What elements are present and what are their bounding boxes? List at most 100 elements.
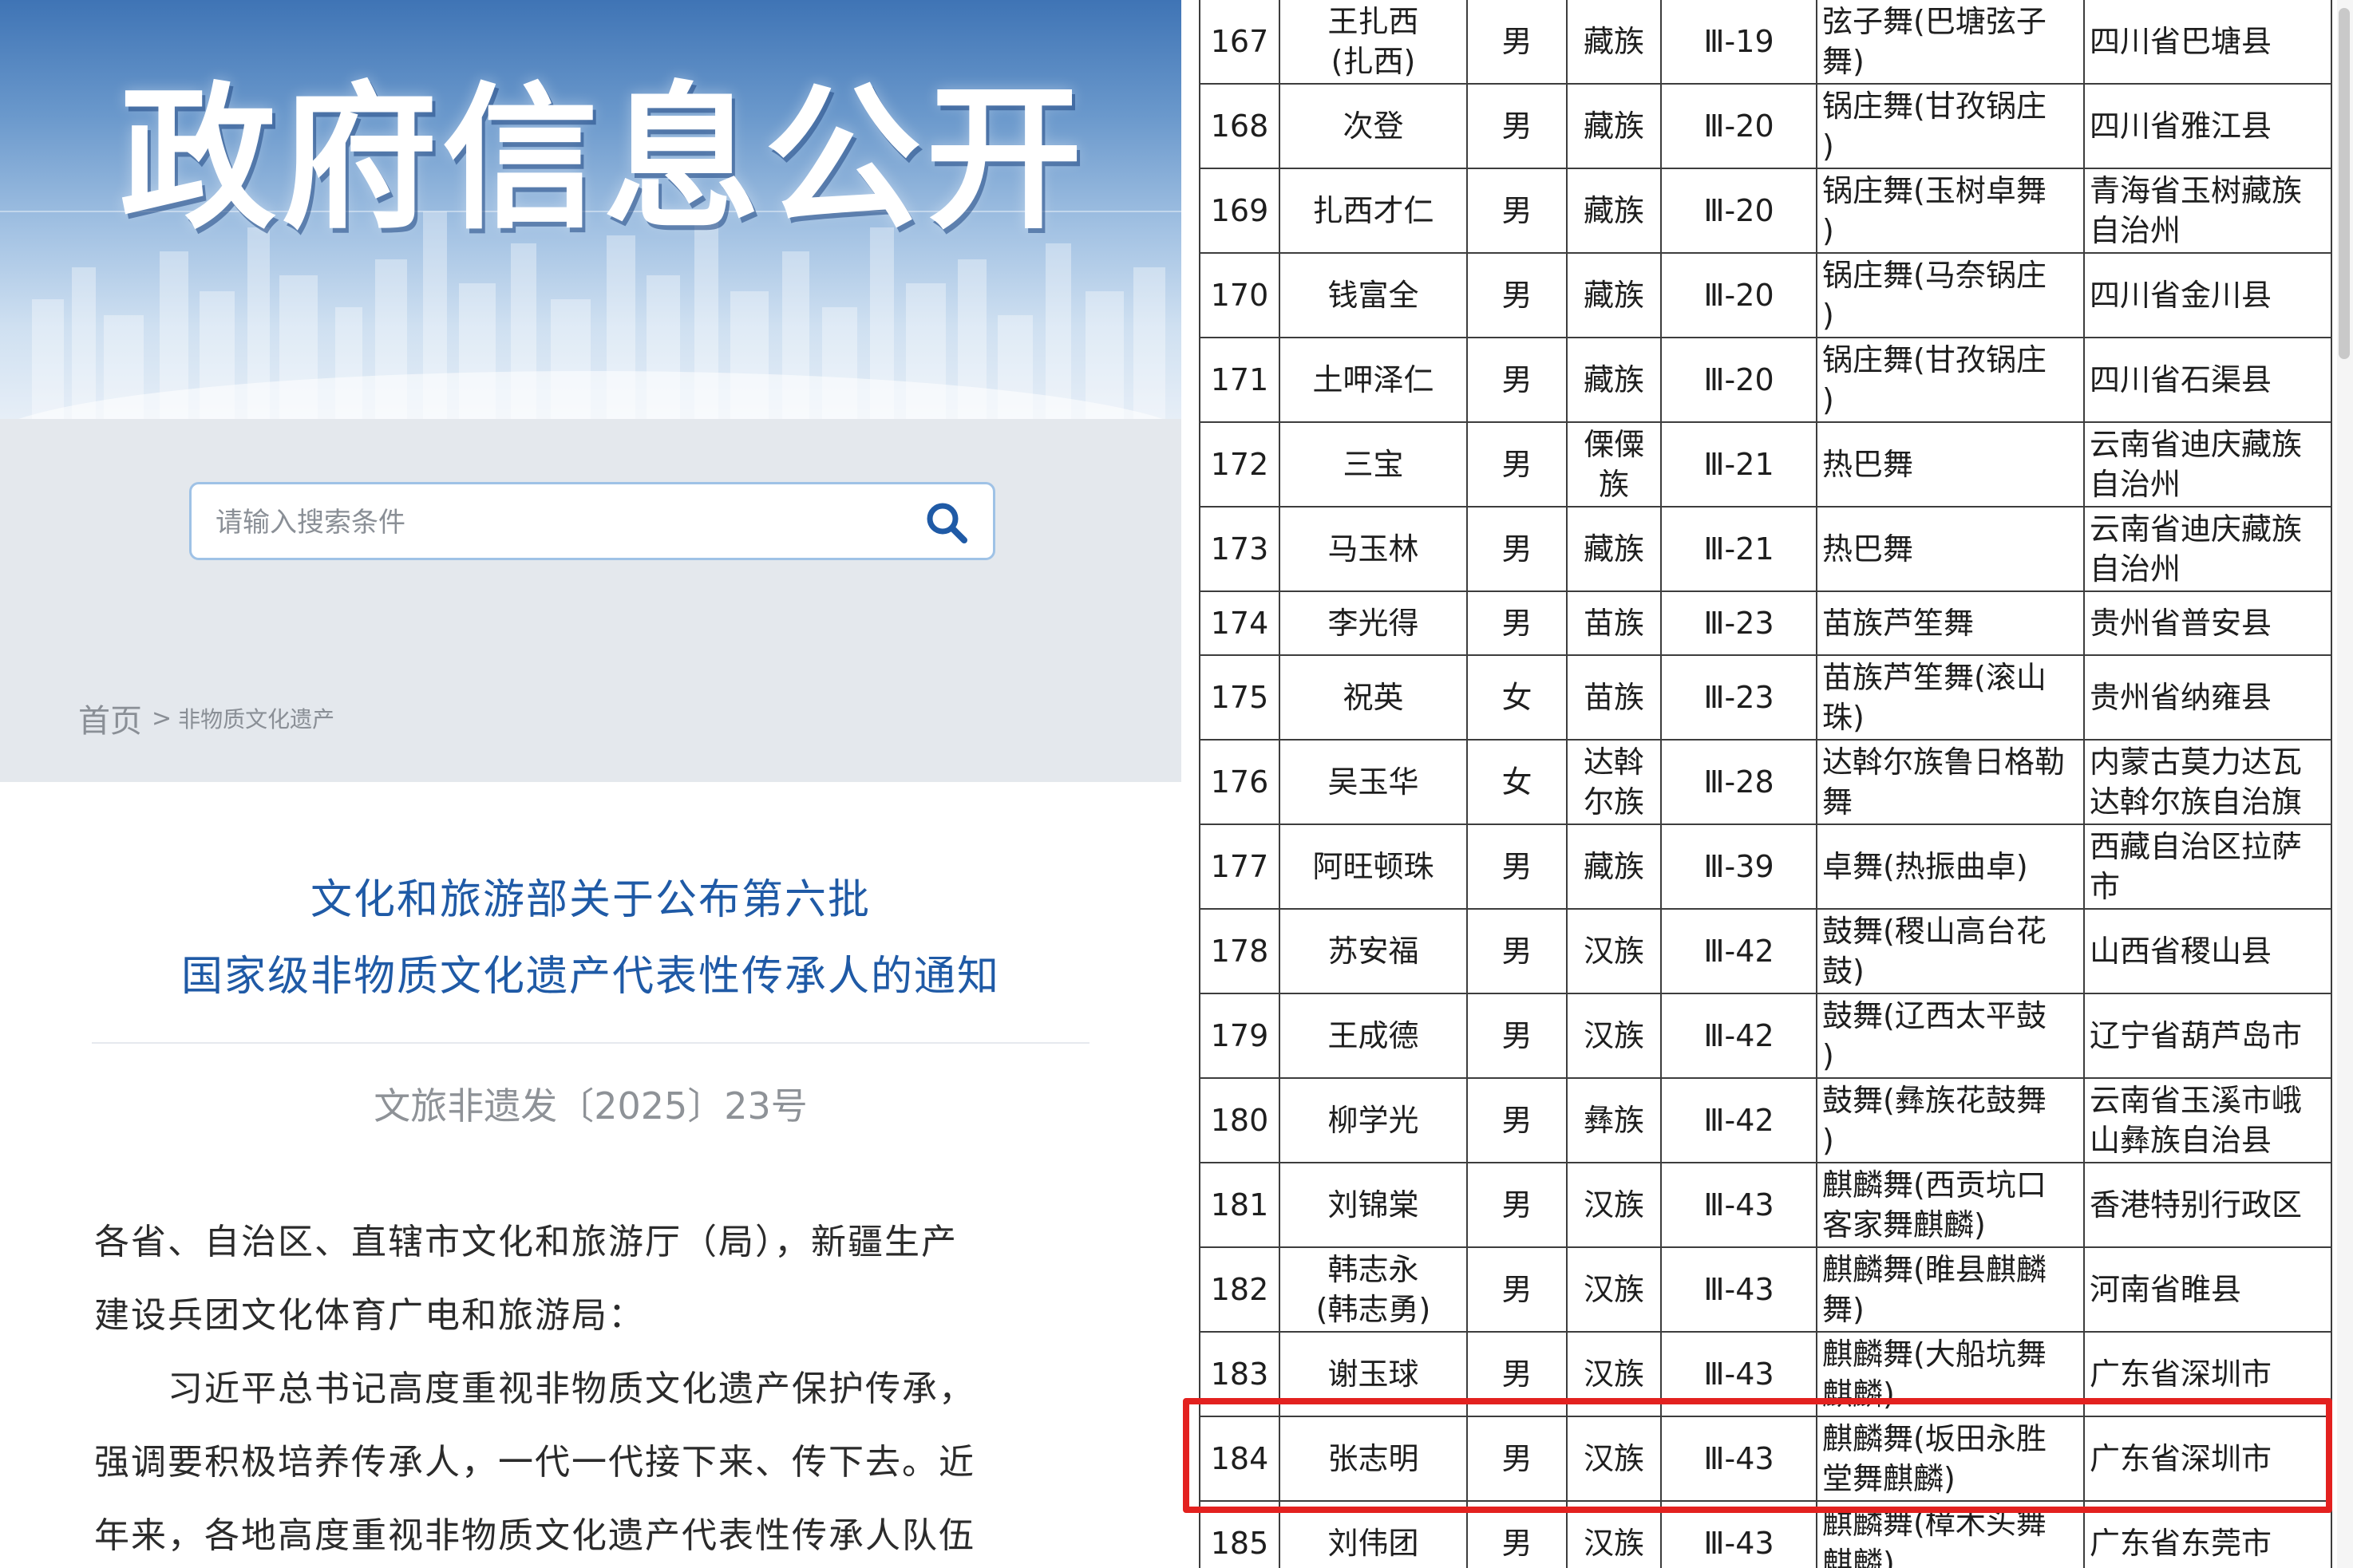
body-text-line: 年来，各地高度重视非物质文化遗产代表性传承人队伍 <box>94 1515 975 1556</box>
cell-gender: 男 <box>1466 83 1568 169</box>
cell-name-line: 苏安福 <box>1327 934 1419 969</box>
cell-heritage-item: 弦子舞(巴塘弦子 舞) <box>1816 0 2085 85</box>
cell-number: 183 <box>1199 1331 1280 1417</box>
cell-ethnicity-line: 族 <box>1598 467 1629 502</box>
cell-item-code: Ⅲ-43 <box>1660 1331 1817 1417</box>
cell-region: 山西省稷山县 <box>2083 908 2332 994</box>
cell-name: 王扎西 (扎西) <box>1279 0 1468 85</box>
cell-name-line: (扎西) <box>1331 44 1416 79</box>
cell-gender: 男 <box>1466 590 1568 656</box>
search-input[interactable] <box>216 500 870 545</box>
cell-heritage-item: 苗族芦笙舞(滚山 珠) <box>1816 654 2085 741</box>
cell-region-line: 自治州 <box>2090 467 2181 502</box>
cell-heritage-item-line: 热巴舞 <box>1822 447 1914 482</box>
cell-region-line: 广东省深圳市 <box>2090 1357 2272 1392</box>
search-icon[interactable] <box>923 499 971 547</box>
cell-region-line: 云南省迪庆藏族 <box>2090 427 2303 462</box>
table-row: 173 马玉林 男藏族 Ⅲ-21 热巴舞 云南省迪庆藏族 自治州 <box>1199 506 2332 592</box>
table-row: 178 苏安福男汉族 Ⅲ-42 鼓舞(稷山高台花 鼓) 山西省稷山县 <box>1199 908 2332 994</box>
breadcrumb-separator: > <box>152 704 172 733</box>
cell-heritage-item: 麒麟舞(大船坑舞 麒麟) <box>1816 1331 2085 1417</box>
cell-heritage-item-line: 鼓舞(辽西太平鼓 <box>1822 998 2047 1033</box>
cell-gender: 男 <box>1466 168 1568 254</box>
cell-ethnicity: 彝族 <box>1566 1077 1662 1163</box>
breadcrumb-current-link[interactable]: 非物质文化遗产 <box>178 702 334 734</box>
cell-heritage-item-line: ) <box>1822 382 1834 417</box>
cell-gender: 男 <box>1466 1500 1568 1568</box>
body-text-line: 建设兵团文化体育广电和旅游局： <box>94 1295 645 1336</box>
cell-region-line: 自治州 <box>2090 551 2181 587</box>
cell-heritage-item-line: 鼓舞(彝族花鼓舞 <box>1822 1083 2047 1118</box>
cell-name: 扎西才仁 <box>1279 168 1468 254</box>
cell-heritage-item-line: 弦子舞(巴塘弦子 <box>1822 4 2047 39</box>
cell-region-line: 四川省巴塘县 <box>2090 24 2272 59</box>
cell-heritage-item: 锅庄舞(玉树卓舞) <box>1816 168 2085 254</box>
table-row: 177 阿旺顿珠男藏族 Ⅲ-39 卓舞(热振曲卓) 西藏自治区拉萨市 <box>1199 823 2332 910</box>
cell-heritage-item-line: ) <box>1822 298 1834 333</box>
cell-heritage-item-line: 达斡尔族鲁日格勒 <box>1822 745 2066 780</box>
breadcrumb-home-link[interactable]: 首页 <box>78 695 142 741</box>
cell-ethnicity-line: 汉族 <box>1583 1187 1644 1222</box>
cell-heritage-item-line: ) <box>1822 1123 1834 1158</box>
cell-name: 三宝 <box>1279 421 1468 508</box>
cell-number: 175 <box>1199 654 1280 741</box>
cell-item-code: Ⅲ-20 <box>1660 83 1817 169</box>
notice-title-line-1: 文化和旅游部关于公布第六批 <box>310 876 871 924</box>
cell-heritage-item-line: 舞) <box>1822 44 1865 79</box>
cell-region-line: 四川省石渠县 <box>2090 362 2272 397</box>
cell-ethnicity-line: 汉族 <box>1583 1441 1644 1476</box>
cell-region: 广东省东莞市 <box>2083 1500 2332 1568</box>
cell-region: 西藏自治区拉萨市 <box>2083 823 2332 910</box>
cell-number: 180 <box>1199 1077 1280 1163</box>
cell-item-code: Ⅲ-20 <box>1660 168 1817 254</box>
cell-region-line: 广东省东莞市 <box>2090 1526 2272 1561</box>
cell-region: 贵州省普安县 <box>2083 590 2332 656</box>
cell-region-line: 自治州 <box>2090 213 2181 248</box>
cell-heritage-item-line: 麒麟) <box>1822 1376 1895 1412</box>
cell-region: 内蒙古莫力达瓦 达斡尔族自治旗 <box>2083 739 2332 825</box>
cell-name-line: 土呷泽仁 <box>1312 362 1434 397</box>
cell-heritage-item-line: 珠) <box>1822 700 1865 735</box>
cell-ethnicity: 汉族 <box>1566 1162 1662 1248</box>
cell-item-code: Ⅲ-23 <box>1660 590 1817 656</box>
cell-number: 181 <box>1199 1162 1280 1248</box>
cell-ethnicity: 汉族 <box>1566 1246 1662 1333</box>
cell-name: 土呷泽仁 <box>1279 337 1468 423</box>
cell-heritage-item: 麒麟舞(睢县麒麟 舞) <box>1816 1246 2085 1333</box>
cell-item-code: Ⅲ-43 <box>1660 1162 1817 1248</box>
cell-region-line: 西藏自治区拉萨 <box>2090 829 2303 864</box>
table-row: 185 刘伟团男汉族 Ⅲ-43 麒麟舞(樟木头舞 麒麟) 广东省东莞市 <box>1199 1500 2332 1568</box>
cell-heritage-item-line: 麒麟舞(睢县麒麟 <box>1822 1252 2047 1287</box>
cell-heritage-item: 锅庄舞(甘孜锅庄) <box>1816 337 2085 423</box>
cell-heritage-item-line: 鼓舞(稷山高台花 <box>1822 914 2047 949</box>
scrollbar-thumb[interactable] <box>2339 8 2350 359</box>
cell-number: 179 <box>1199 993 1280 1079</box>
cell-heritage-item: 热巴舞 <box>1816 506 2085 592</box>
cell-name: 马玉林 <box>1279 506 1468 592</box>
cell-heritage-item: 鼓舞(稷山高台花 鼓) <box>1816 908 2085 994</box>
cell-item-code: Ⅲ-42 <box>1660 908 1817 994</box>
cell-heritage-item-line: 锅庄舞(甘孜锅庄 <box>1822 89 2047 124</box>
table-row: 184 张志明男汉族 Ⅲ-43 麒麟舞(坂田永胜 堂舞麒麟) 广东省深圳市 <box>1199 1416 2332 1502</box>
cell-heritage-item: 锅庄舞(马奈锅庄) <box>1816 252 2085 338</box>
cell-heritage-item-line: 苗族芦笙舞(滚山 <box>1822 660 2047 695</box>
cell-name-line: 吴玉华 <box>1327 764 1419 800</box>
cell-item-code: Ⅲ-42 <box>1660 1077 1817 1163</box>
cell-region: 河南省睢县 <box>2083 1246 2332 1333</box>
cell-gender: 男 <box>1466 1416 1568 1502</box>
cell-ethnicity-line: 藏族 <box>1583 849 1644 884</box>
cell-number: 182 <box>1199 1246 1280 1333</box>
cell-number: 172 <box>1199 421 1280 508</box>
cell-number: 184 <box>1199 1416 1280 1502</box>
cell-ethnicity-line: 汉族 <box>1583 1526 1644 1561</box>
cell-heritage-item-line: 堂舞麒麟) <box>1822 1461 1956 1496</box>
body-text-line: 强调要积极培养传承人，一代一代接下来、传下去。近 <box>94 1442 975 1483</box>
cell-heritage-item-line: 锅庄舞(马奈锅庄 <box>1822 258 2047 293</box>
cell-heritage-item-line: ) <box>1822 128 1834 164</box>
cell-ethnicity: 汉族 <box>1566 1500 1662 1568</box>
cell-item-code: Ⅲ-43 <box>1660 1246 1817 1333</box>
cell-name: 次登 <box>1279 83 1468 169</box>
table-row: 171 土呷泽仁男藏族 Ⅲ-20 锅庄舞(甘孜锅庄) 四川省石渠县 <box>1199 337 2332 423</box>
cell-region-line: 山西省稷山县 <box>2090 934 2272 969</box>
cell-name-line: (韩志勇) <box>1315 1292 1431 1327</box>
